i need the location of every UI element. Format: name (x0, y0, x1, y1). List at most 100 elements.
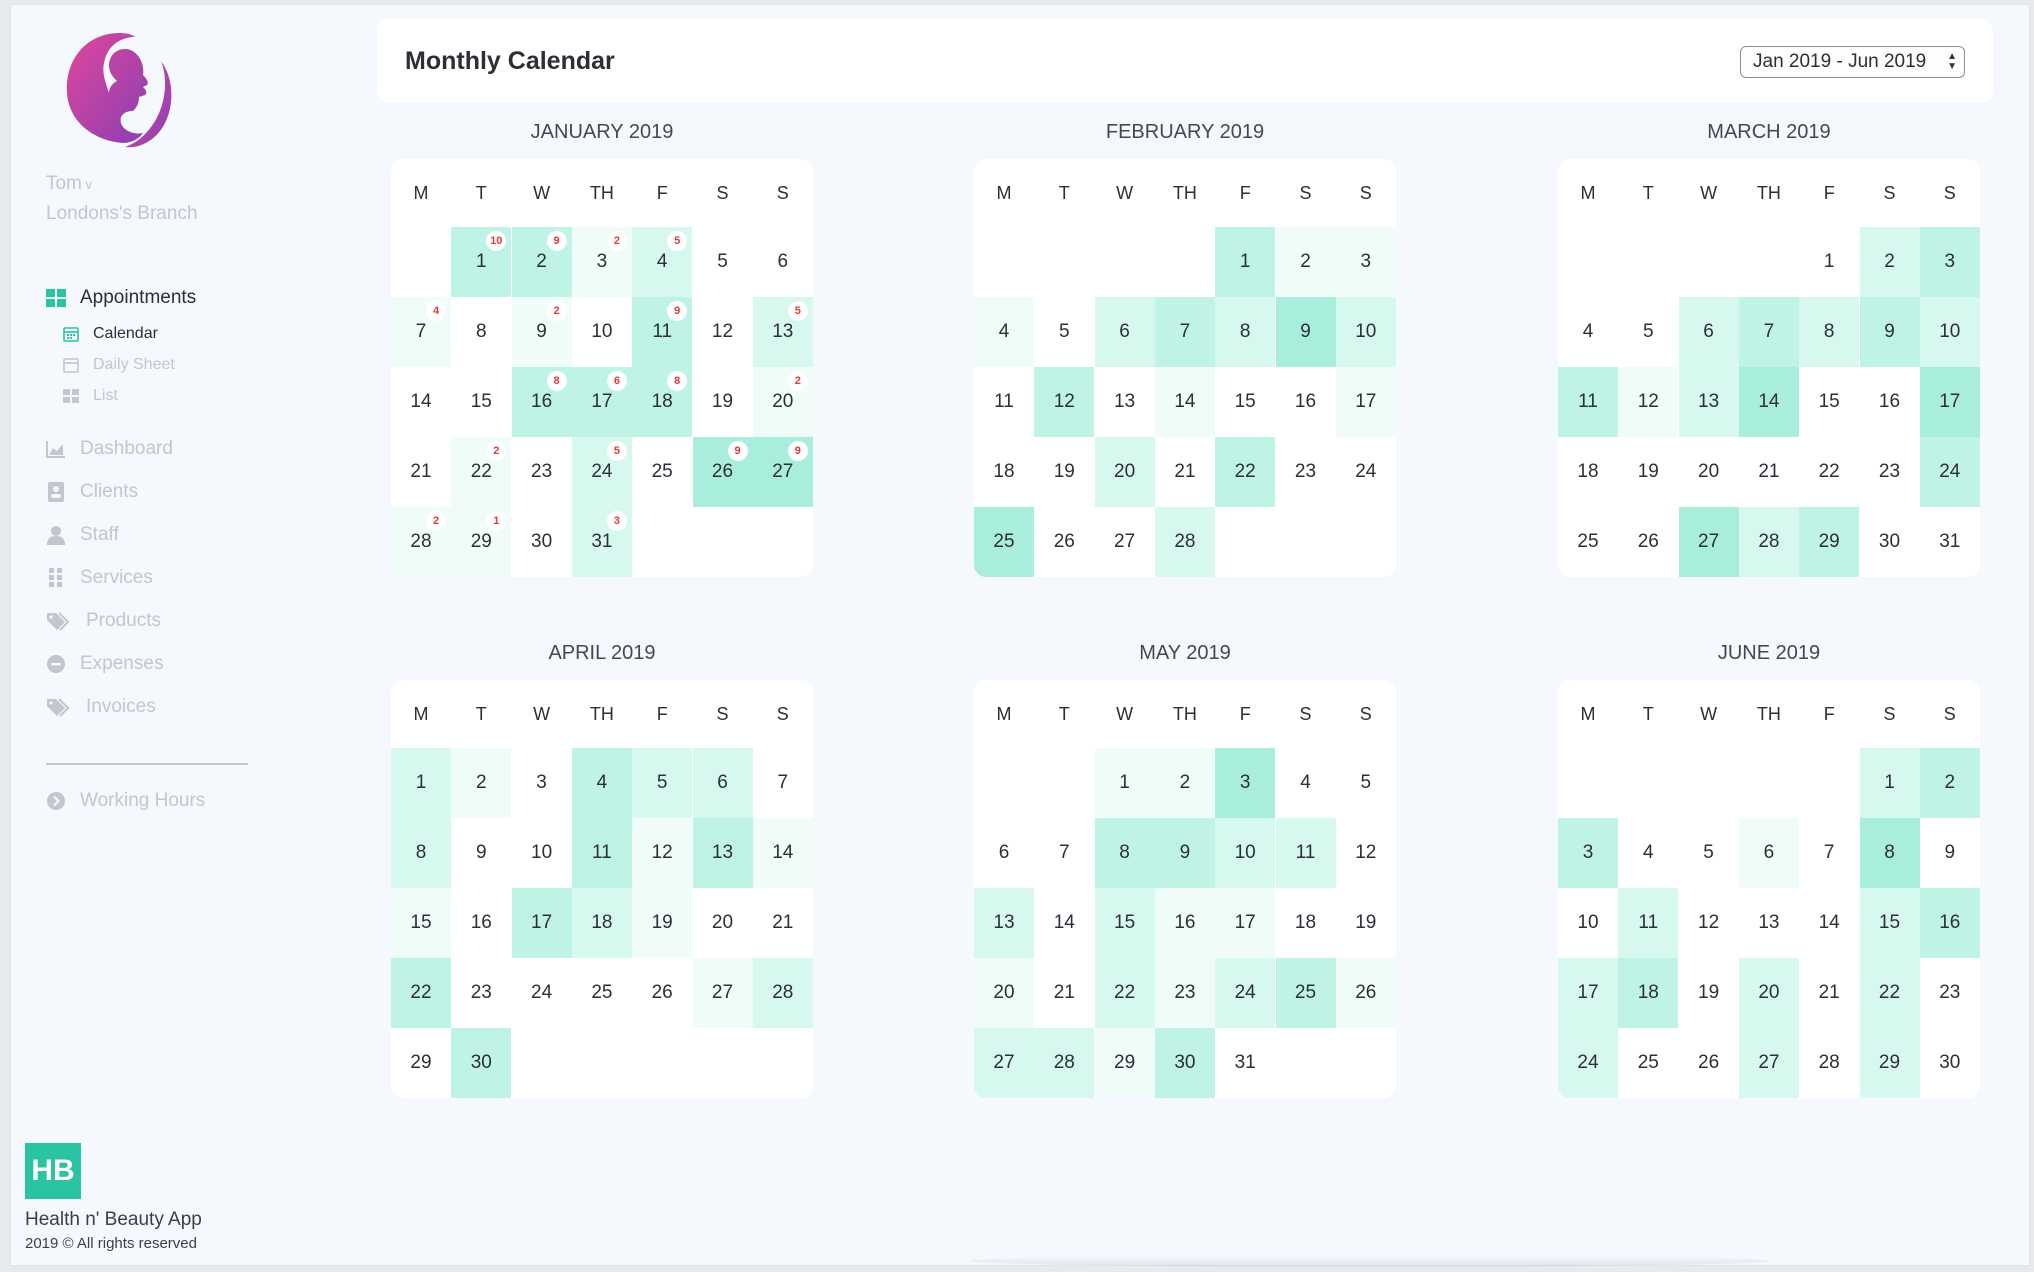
day-cell[interactable]: 27 (1738, 1028, 1799, 1098)
day-cell[interactable]: 45 (632, 227, 693, 297)
day-cell[interactable]: 26 9 (692, 437, 753, 507)
date-range-select[interactable]: Jan 2019 - Jun 2019 ▲ ▼ (1740, 46, 1965, 78)
day-cell[interactable]: 5 (1678, 818, 1739, 888)
day-cell[interactable]: 15 (1094, 888, 1155, 958)
day-cell[interactable]: 23 (1275, 437, 1336, 507)
day-cell[interactable]: 11 (1275, 818, 1336, 888)
day-cell[interactable]: 22 (1859, 958, 1920, 1028)
nav-calendar[interactable]: Calendar (63, 325, 158, 343)
day-cell[interactable]: 19 (632, 888, 693, 958)
day-cell[interactable]: 26 (632, 958, 693, 1028)
day-cell[interactable]: 26 (1335, 958, 1396, 1028)
day-cell[interactable]: 20 (1738, 958, 1799, 1028)
day-cell[interactable]: 27 (692, 958, 753, 1028)
day-cell[interactable]: 29 (1859, 1028, 1920, 1098)
day-cell[interactable]: 28 2 (391, 507, 451, 577)
day-cell[interactable]: 18 (1275, 888, 1336, 958)
day-cell[interactable]: 12 (632, 818, 693, 888)
nav-appointments[interactable]: Appointments (46, 287, 196, 309)
day-cell[interactable]: 17 (1558, 958, 1618, 1028)
day-cell[interactable]: 6 (752, 227, 813, 297)
day-cell[interactable]: 5 (632, 748, 693, 818)
day-cell[interactable]: 18 (1558, 437, 1618, 507)
day-cell[interactable]: 8 (1215, 297, 1276, 367)
day-cell[interactable]: 32 (571, 227, 632, 297)
day-cell[interactable]: 18 8 (632, 367, 693, 437)
day-cell[interactable]: 13 (1678, 367, 1739, 437)
day-cell[interactable]: 6 (1094, 297, 1155, 367)
day-cell[interactable]: 24 (1919, 437, 1980, 507)
day-cell[interactable]: 3 (1919, 227, 1980, 297)
day-cell[interactable]: 25 (632, 437, 693, 507)
day-cell[interactable]: 21 (1154, 437, 1215, 507)
day-cell[interactable]: 22 (391, 958, 451, 1028)
day-cell[interactable]: 13 5 (752, 297, 813, 367)
day-cell[interactable]: 25 (571, 958, 632, 1028)
day-cell[interactable]: 15 (451, 367, 512, 437)
day-cell[interactable]: 29 (391, 1028, 451, 1098)
day-cell[interactable]: 13 (692, 818, 753, 888)
day-cell[interactable]: 8 (451, 297, 512, 367)
day-cell[interactable]: 13 (974, 888, 1034, 958)
day-cell[interactable]: 13 (1738, 888, 1799, 958)
day-cell[interactable]: 11 (1558, 367, 1618, 437)
day-cell[interactable]: 23 (511, 437, 572, 507)
day-cell[interactable]: 28 (1799, 1028, 1860, 1098)
day-cell[interactable]: 12 (1618, 367, 1679, 437)
nav-daily-sheet[interactable]: Daily Sheet (63, 356, 175, 374)
day-cell[interactable]: 17 (1215, 888, 1276, 958)
day-cell[interactable]: 28 (1154, 507, 1215, 577)
day-cell[interactable]: 24 (511, 958, 572, 1028)
day-cell[interactable]: 5 (1335, 748, 1396, 818)
day-cell[interactable]: 23 (1859, 437, 1920, 507)
day-cell[interactable]: 19 (1618, 437, 1679, 507)
day-cell[interactable]: 21 (1738, 437, 1799, 507)
day-cell[interactable]: 24 5 (571, 437, 632, 507)
day-cell[interactable]: 4 (571, 748, 632, 818)
day-cell[interactable]: 15 (1215, 367, 1276, 437)
day-cell[interactable]: 4 (974, 297, 1034, 367)
day-cell[interactable]: 3 (511, 748, 572, 818)
day-cell[interactable]: 10 (1335, 297, 1396, 367)
day-cell[interactable]: 27 9 (752, 437, 813, 507)
day-cell[interactable]: 20 (692, 888, 753, 958)
day-cell[interactable]: 20 (1094, 437, 1155, 507)
day-cell[interactable]: 92 (511, 297, 572, 367)
day-cell[interactable]: 22 (1215, 437, 1276, 507)
day-cell[interactable]: 26 (1678, 1028, 1739, 1098)
day-cell[interactable]: 30 (1154, 1028, 1215, 1098)
day-cell[interactable]: 24 (1335, 437, 1396, 507)
day-cell[interactable]: 7 (1034, 818, 1095, 888)
day-cell[interactable]: 18 (974, 437, 1034, 507)
nav-clients[interactable]: Clients (46, 481, 138, 503)
day-cell[interactable]: 13 (1094, 367, 1155, 437)
day-cell[interactable]: 27 (1678, 507, 1739, 577)
nav-working-hours[interactable]: Working Hours (46, 790, 205, 812)
day-cell[interactable]: 5 (1618, 297, 1679, 367)
day-cell[interactable]: 30 (1859, 507, 1920, 577)
day-cell[interactable]: 7 (1738, 297, 1799, 367)
day-cell[interactable]: 4 (1558, 297, 1618, 367)
day-cell[interactable]: 6 (692, 748, 753, 818)
day-cell[interactable]: 9 (1919, 818, 1980, 888)
day-cell[interactable]: 14 (1034, 888, 1095, 958)
day-cell[interactable]: 16 (1275, 367, 1336, 437)
nav-staff[interactable]: Staff (46, 524, 119, 546)
day-cell[interactable]: 11 (571, 818, 632, 888)
day-cell[interactable]: 27 (974, 1028, 1034, 1098)
day-cell[interactable]: 21 (1799, 958, 1860, 1028)
nav-services[interactable]: Services (46, 567, 153, 589)
day-cell[interactable]: 14 (391, 367, 451, 437)
day-cell[interactable]: 1 10 (451, 227, 512, 297)
day-cell[interactable]: 2 (1859, 227, 1920, 297)
day-cell[interactable]: 31 3 (571, 507, 632, 577)
nav-products[interactable]: Products (46, 610, 161, 632)
day-cell[interactable]: 17 (1335, 367, 1396, 437)
day-cell[interactable]: 12 (1678, 888, 1739, 958)
day-cell[interactable]: 1 (1215, 227, 1276, 297)
day-cell[interactable]: 24 (1215, 958, 1276, 1028)
day-cell[interactable]: 20 2 (752, 367, 813, 437)
day-cell[interactable]: 11 (974, 367, 1034, 437)
nav-expenses[interactable]: Expenses (46, 653, 163, 675)
day-cell[interactable]: 23 (1154, 958, 1215, 1028)
